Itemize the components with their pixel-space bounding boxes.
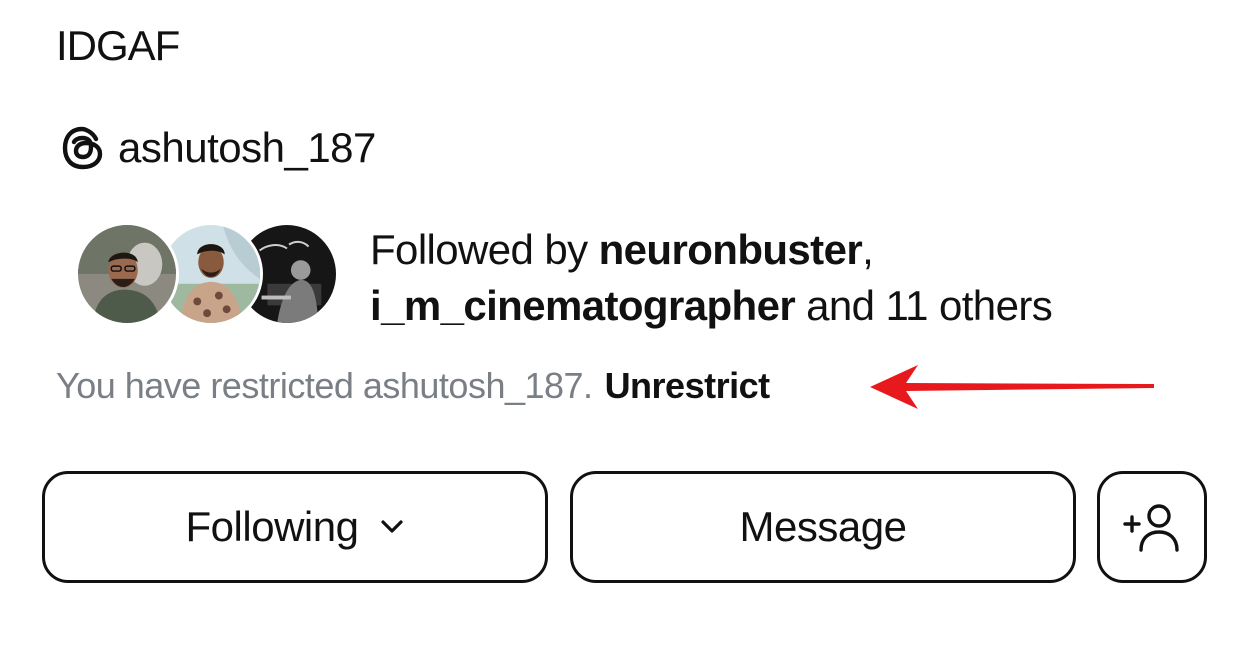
followed-by-text: Followed by neuronbuster, i_m_cinematogra… [370, 222, 1230, 334]
add-user-icon [1123, 504, 1179, 552]
threads-handle: ashutosh_187 [118, 124, 376, 171]
follower-link-neuronbuster[interactable]: neuronbuster [599, 226, 863, 273]
unrestrict-link[interactable]: Unrestrict [605, 365, 771, 407]
follower-link-i-m-cinematographer[interactable]: i_m_cinematographer [370, 282, 796, 329]
followed-by-others[interactable]: 11 others [886, 282, 1053, 329]
message-button-label: Message [739, 503, 907, 550]
restriction-notice: You have restricted ashutosh_187. Unrest… [56, 358, 770, 414]
mutual-followers-avatars[interactable] [75, 222, 340, 328]
followed-by-separator: , [862, 226, 874, 273]
following-button-label: Following [185, 503, 359, 550]
arrow-left-icon [870, 365, 1154, 409]
threads-icon [58, 123, 108, 173]
followed-by-prefix: Followed by [370, 226, 599, 273]
threads-badge[interactable]: ashutosh_187 [58, 118, 376, 178]
message-button[interactable]: Message [570, 471, 1076, 583]
restriction-message: You have restricted ashutosh_187. [56, 365, 593, 406]
chevron-down-icon [381, 520, 404, 533]
avatar-neuronbuster [75, 222, 179, 326]
add-user-button[interactable] [1097, 471, 1207, 583]
profile-bio: IDGAF [56, 22, 180, 69]
followed-by-middle: and [795, 282, 886, 329]
following-button[interactable]: Following [42, 471, 548, 583]
